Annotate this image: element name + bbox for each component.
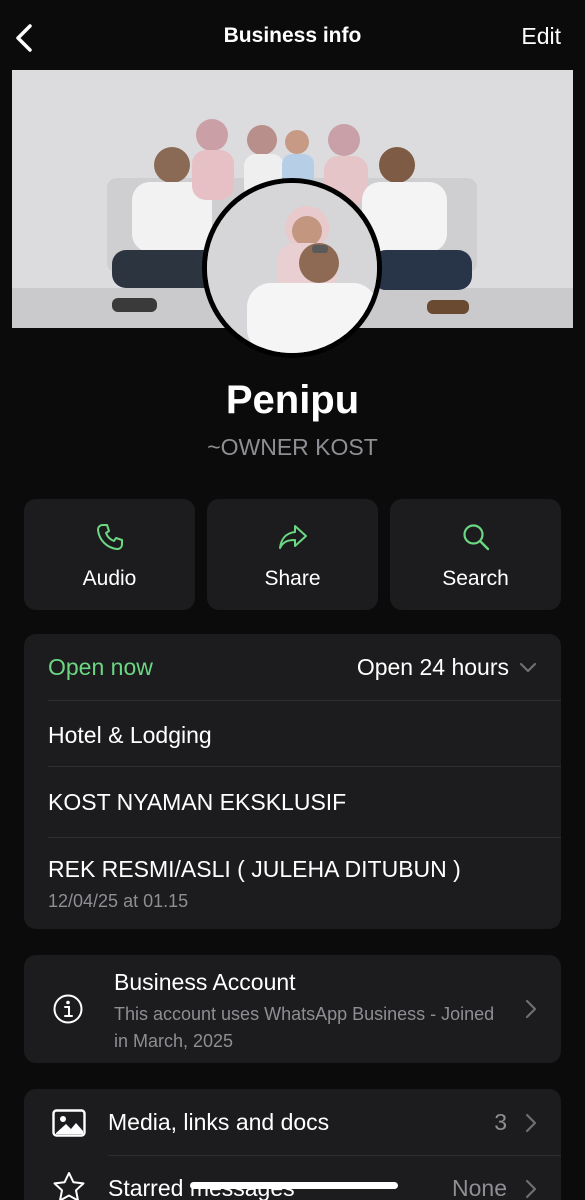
media-count: 3: [494, 1109, 507, 1135]
divider: [108, 1155, 561, 1156]
note-text: REK RESMI/ASLI ( JULEHA DITUBUN ): [48, 856, 461, 882]
page-title: Business info: [223, 24, 362, 47]
business-account-row[interactable]: Business Account This account uses Whats…: [24, 955, 561, 1063]
edit-button[interactable]: Edit: [521, 23, 561, 50]
search-label: Search: [442, 567, 509, 590]
image-icon: [52, 1109, 86, 1137]
hours-text: Open 24 hours: [356, 654, 509, 680]
business-account-title: Business Account: [114, 969, 296, 995]
info-icon: [53, 994, 83, 1024]
chevron-right-icon: [525, 1113, 537, 1133]
divider: [48, 700, 561, 701]
audio-button[interactable]: Audio: [24, 499, 195, 610]
description-text: KOST NYAMAN EKSKLUSIF: [48, 789, 347, 815]
profile-photo: [207, 183, 377, 353]
media-label: Media, links and docs: [108, 1109, 330, 1135]
business-name: Penipu: [225, 378, 360, 422]
share-button[interactable]: Share: [207, 499, 378, 610]
profile-avatar[interactable]: [202, 178, 382, 358]
business-account-description: This account uses WhatsApp Business - Jo…: [114, 1004, 495, 1051]
top-nav-bar: Business info Edit: [0, 0, 585, 72]
business-subtitle: ~OWNER KOST: [207, 434, 378, 460]
divider: [48, 766, 561, 767]
category-text: Hotel & Lodging: [48, 722, 212, 748]
share-arrow-icon: [278, 525, 307, 549]
business-info-card: Open now Open 24 hours Hotel & Lodging K…: [24, 634, 561, 929]
starred-value: None: [452, 1175, 507, 1200]
audio-label: Audio: [82, 567, 137, 590]
star-icon: [53, 1172, 85, 1200]
chevron-right-icon: [525, 999, 537, 1019]
divider: [48, 837, 561, 838]
hours-dropdown[interactable]: Open 24 hours: [357, 654, 537, 681]
share-label: Share: [264, 567, 321, 590]
chevron-right-icon: [525, 1179, 537, 1199]
phone-icon: [96, 524, 123, 550]
open-status: Open now: [48, 654, 153, 680]
search-icon: [462, 524, 489, 551]
search-button[interactable]: Search: [390, 499, 561, 610]
home-indicator[interactable]: [190, 1182, 398, 1189]
action-buttons: Audio Share Search: [24, 499, 561, 610]
note-timestamp: 12/04/25 at 01.15: [48, 891, 189, 911]
chevron-down-icon: [519, 662, 537, 672]
